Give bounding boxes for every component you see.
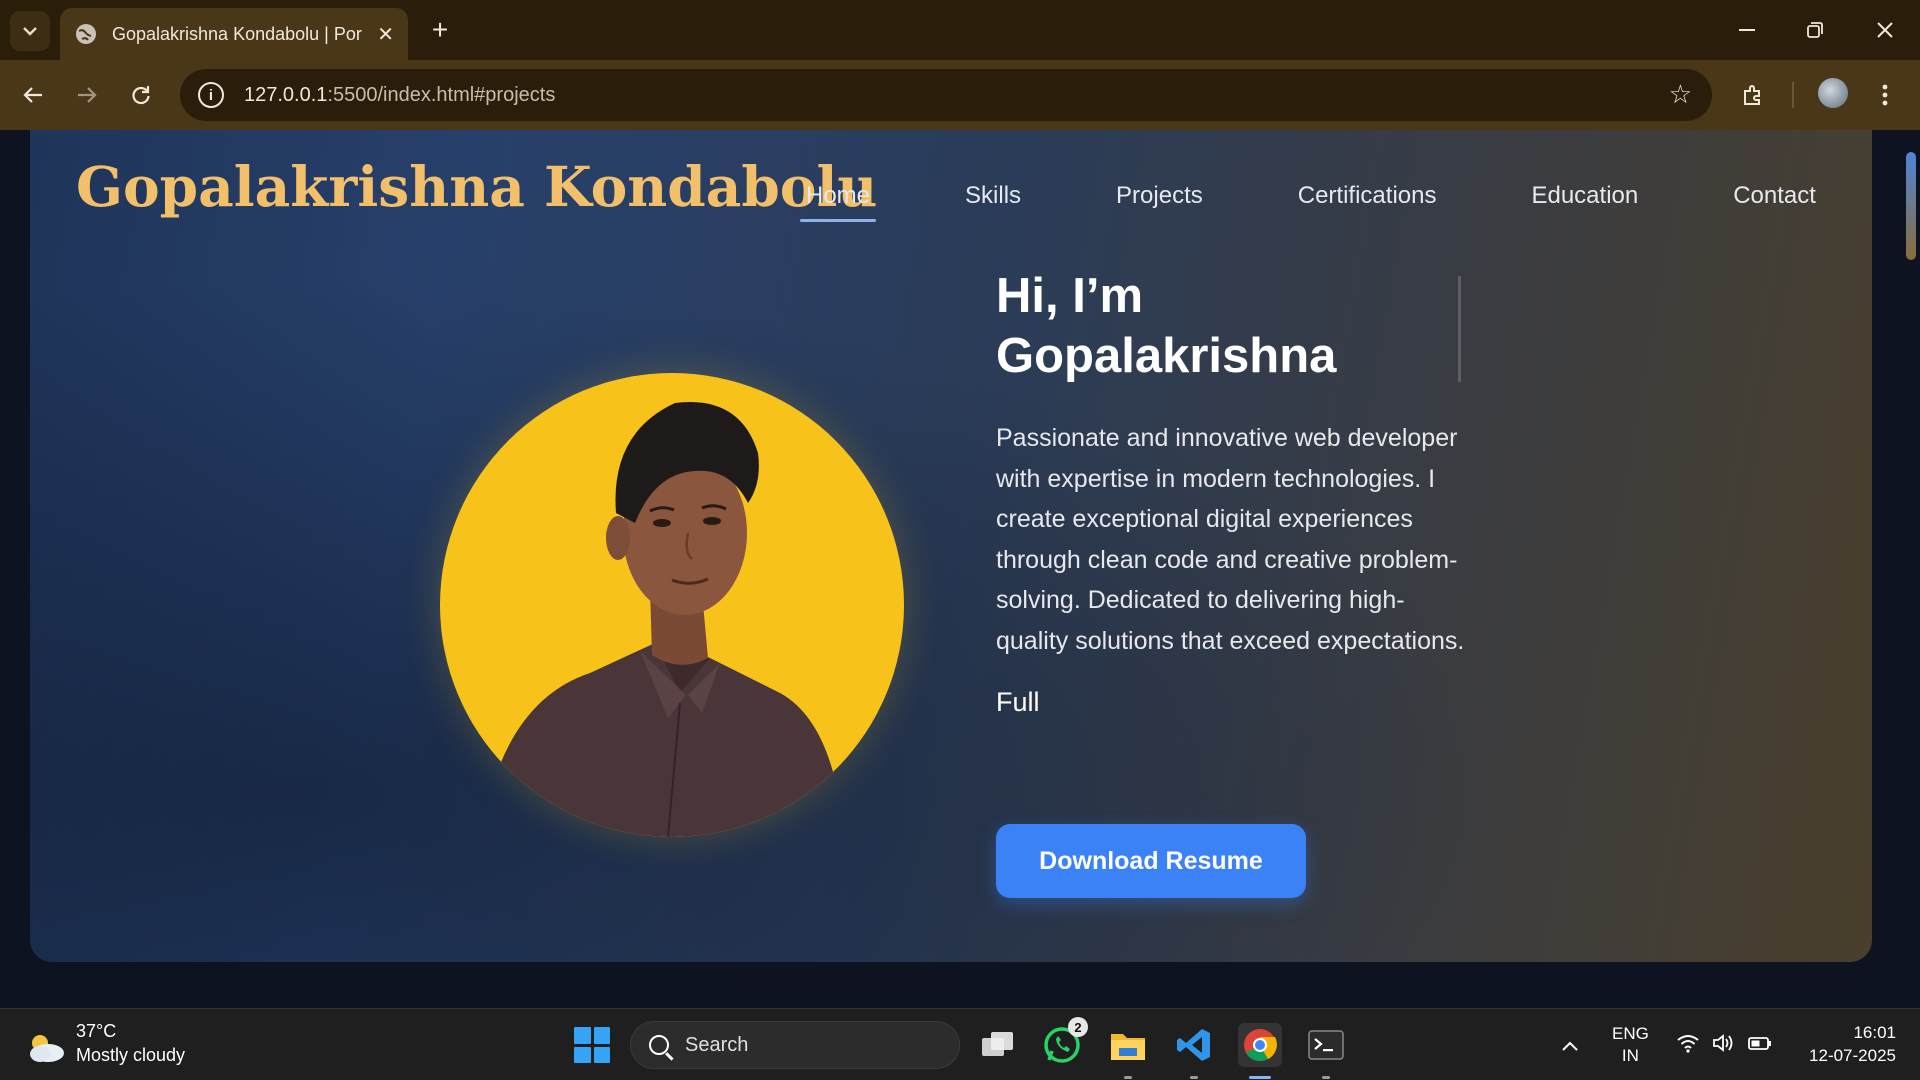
page-viewport: Gopalakrishna Kondabolu Home Skills Proj…	[0, 130, 1920, 1008]
battery-icon[interactable]	[1748, 1033, 1772, 1059]
greeting-line-2: Gopalakrishna	[996, 329, 1337, 383]
person-illustration	[480, 402, 845, 837]
back-arrow-icon[interactable]	[16, 78, 50, 112]
browser-titlebar: Gopalakrishna Kondabolu | Port ✕ +	[0, 0, 1920, 60]
reload-icon[interactable]	[124, 78, 158, 112]
chevron-up-icon[interactable]	[1562, 1035, 1578, 1056]
address-bar[interactable]: i 127.0.0.1:5500/index.html#projects ☆	[180, 69, 1712, 121]
main-nav: Home Skills Projects Certifications Educ…	[799, 182, 1816, 222]
nav-projects[interactable]: Projects	[1116, 182, 1203, 210]
nav-education[interactable]: Education	[1531, 182, 1638, 210]
greeting-line-1: Hi, I’m	[996, 269, 1144, 323]
search-icon	[649, 1035, 669, 1055]
extensions-icon[interactable]	[1734, 76, 1772, 114]
hero-text: Hi, I’m Gopalakrishna Passionate and inn…	[996, 266, 1476, 718]
browser-toolbar: i 127.0.0.1:5500/index.html#projects ☆	[0, 60, 1920, 130]
url-host: 127.0.0.1	[244, 83, 328, 106]
input-language[interactable]: ENG IN	[1612, 1023, 1649, 1067]
forward-arrow-icon[interactable]	[70, 78, 104, 112]
profile-photo	[440, 373, 904, 837]
clock-date: 12-07-2025	[1809, 1046, 1896, 1065]
wifi-icon[interactable]	[1676, 1033, 1700, 1059]
notification-badge: 2	[1068, 1017, 1088, 1037]
volume-icon[interactable]	[1712, 1033, 1736, 1059]
bookmark-star-icon[interactable]: ☆	[1669, 79, 1692, 110]
profile-avatar[interactable]	[1818, 78, 1848, 108]
weather-temperature[interactable]: 37°C	[76, 1021, 116, 1042]
minimize-icon[interactable]	[1722, 10, 1772, 50]
windows-start-icon[interactable]	[574, 1027, 610, 1063]
weather-description[interactable]: Mostly cloudy	[76, 1045, 185, 1066]
tab-title: Gopalakrishna Kondabolu | Port	[112, 23, 362, 44]
taskbar-search[interactable]: Search	[630, 1021, 960, 1069]
download-resume-button[interactable]: Download Resume	[996, 824, 1306, 898]
toolbar-divider	[1792, 82, 1794, 108]
cloudy-weather-icon[interactable]	[26, 1033, 66, 1063]
running-indicator	[1190, 1076, 1198, 1079]
chevron-down-icon	[23, 27, 37, 36]
system-clock[interactable]: 16:01 12-07-2025	[1809, 1021, 1896, 1067]
file-explorer-icon[interactable]	[1106, 1023, 1150, 1079]
url-path: :5500/index.html#projects	[327, 83, 556, 106]
windows-taskbar: 37°C Mostly cloudy Search 2 ENG IN 16:01…	[0, 1008, 1920, 1080]
active-indicator	[1249, 1076, 1271, 1079]
chrome-icon[interactable]	[1238, 1023, 1282, 1079]
running-indicator	[1124, 1076, 1132, 1079]
more-menu-icon[interactable]	[1866, 76, 1904, 114]
typing-cursor-bar	[1458, 276, 1461, 382]
nav-contact[interactable]: Contact	[1733, 182, 1816, 210]
clock-time: 16:01	[1853, 1023, 1896, 1042]
restore-icon[interactable]	[1790, 10, 1840, 50]
search-label: Search	[685, 1033, 749, 1056]
site-brand[interactable]: Gopalakrishna Kondabolu	[76, 154, 877, 219]
running-indicator	[1322, 1076, 1330, 1079]
nav-certifications[interactable]: Certifications	[1298, 182, 1437, 210]
scrollbar-track[interactable]	[1902, 130, 1920, 1008]
lang-region: IN	[1621, 1046, 1639, 1065]
lang-code: ENG	[1612, 1024, 1649, 1043]
scrollbar-thumb[interactable]	[1906, 152, 1916, 260]
hero-section: Gopalakrishna Kondabolu Home Skills Proj…	[30, 130, 1872, 962]
whatsapp-icon[interactable]: 2	[1040, 1017, 1088, 1067]
globe-icon	[76, 24, 96, 44]
typing-role-text: Full	[996, 687, 1040, 717]
close-window-icon[interactable]	[1860, 10, 1910, 50]
task-view-icon[interactable]	[976, 1023, 1020, 1067]
terminal-icon[interactable]	[1304, 1023, 1348, 1079]
new-tab-button[interactable]: +	[424, 14, 456, 46]
hero-bio: Passionate and innovative web developer …	[996, 424, 1465, 655]
nav-home[interactable]: Home	[799, 182, 877, 222]
close-tab-icon[interactable]: ✕	[377, 22, 394, 47]
nav-skills[interactable]: Skills	[965, 182, 1021, 210]
browser-tab[interactable]: Gopalakrishna Kondabolu | Port ✕	[60, 8, 408, 60]
tab-search-button[interactable]	[10, 11, 50, 51]
vscode-icon[interactable]	[1172, 1023, 1216, 1079]
hero-greeting: Hi, I’m Gopalakrishna	[996, 266, 1476, 386]
url-text: 127.0.0.1:5500/index.html#projects	[244, 84, 555, 107]
site-info-icon[interactable]: i	[198, 82, 224, 108]
